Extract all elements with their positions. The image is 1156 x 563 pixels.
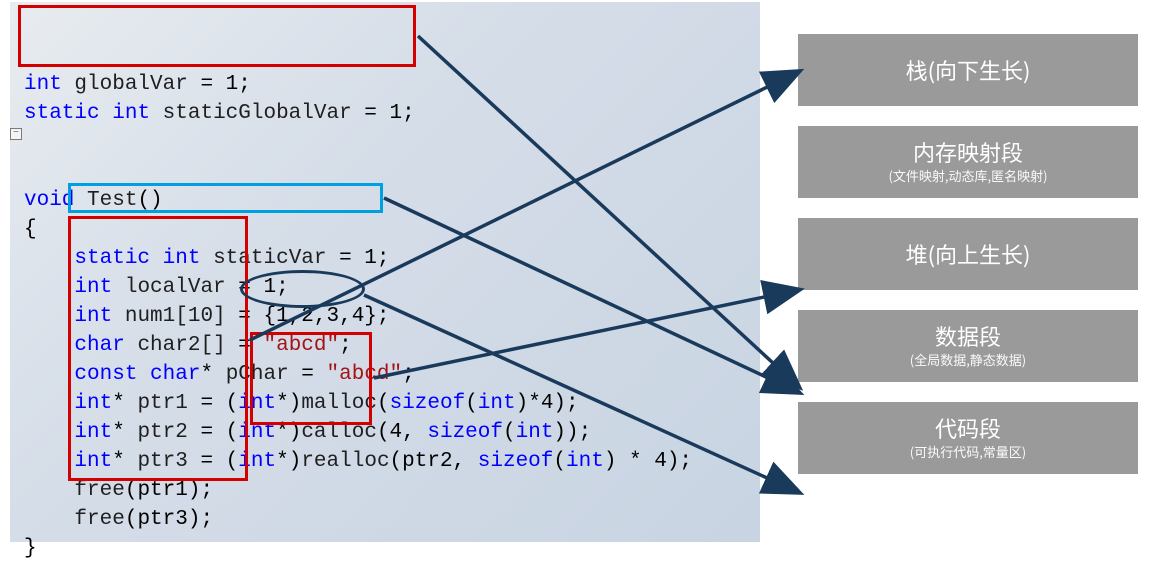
code-line-15: free(ptr3); xyxy=(24,508,213,531)
memory-segment-title: 堆(向上生长) xyxy=(798,241,1138,267)
memory-segment-subtitle: (文件映射,动态库,匿名映射) xyxy=(798,166,1138,185)
code-line-5: { xyxy=(24,218,37,241)
memory-segment-title: 代码段 xyxy=(798,415,1138,441)
memory-segment: 内存映射段(文件映射,动态库,匿名映射) xyxy=(798,126,1138,198)
memory-segment: 栈(向下生长) xyxy=(798,34,1138,106)
memory-segment: 数据段(全局数据,静态数据) xyxy=(798,310,1138,382)
code-line-1: int globalVar = 1; xyxy=(24,73,251,96)
memory-segment-subtitle: (可执行代码,常量区) xyxy=(798,442,1138,461)
code-line-4: void Test() xyxy=(24,189,163,212)
memory-gap xyxy=(798,290,1138,310)
code-line-9: char char2[] = "abcd"; xyxy=(24,334,352,357)
code-line-2: static int staticGlobalVar = 1; xyxy=(24,102,415,125)
memory-segment-title: 内存映射段 xyxy=(798,139,1138,165)
code-line-11: int* ptr1 = (int*)malloc(sizeof(int)*4); xyxy=(24,392,579,415)
memory-segment-subtitle: (全局数据,静态数据) xyxy=(798,350,1138,369)
memory-segment: 代码段(可执行代码,常量区) xyxy=(798,402,1138,474)
code-editor: − int globalVar = 1; static int staticGl… xyxy=(10,2,760,542)
code-line-14: free(ptr1); xyxy=(24,479,213,502)
memory-gap xyxy=(798,382,1138,402)
memory-gap xyxy=(798,198,1138,218)
code-line-10: const char* pChar = "abcd"; xyxy=(24,363,415,386)
memory-gap xyxy=(798,106,1138,126)
code-line-16: } xyxy=(24,537,37,560)
code-line-7: int localVar = 1; xyxy=(24,276,289,299)
fold-marker: − xyxy=(10,128,22,140)
code-line-12: int* ptr2 = (int*)calloc(4, sizeof(int))… xyxy=(24,421,591,444)
memory-segment: 堆(向上生长) xyxy=(798,218,1138,290)
memory-segment-title: 数据段 xyxy=(798,323,1138,349)
code-line-13: int* ptr3 = (int*)realloc(ptr2, sizeof(i… xyxy=(24,450,692,473)
code-line-6: static int staticVar = 1; xyxy=(24,247,390,270)
memory-segment-title: 栈(向下生长) xyxy=(798,57,1138,83)
code-line-8: int num1[10] = {1,2,3,4}; xyxy=(24,305,390,328)
memory-segment-column: 栈(向下生长) 内存映射段(文件映射,动态库,匿名映射) 堆(向上生长) 数据段(全局… xyxy=(798,34,1138,474)
